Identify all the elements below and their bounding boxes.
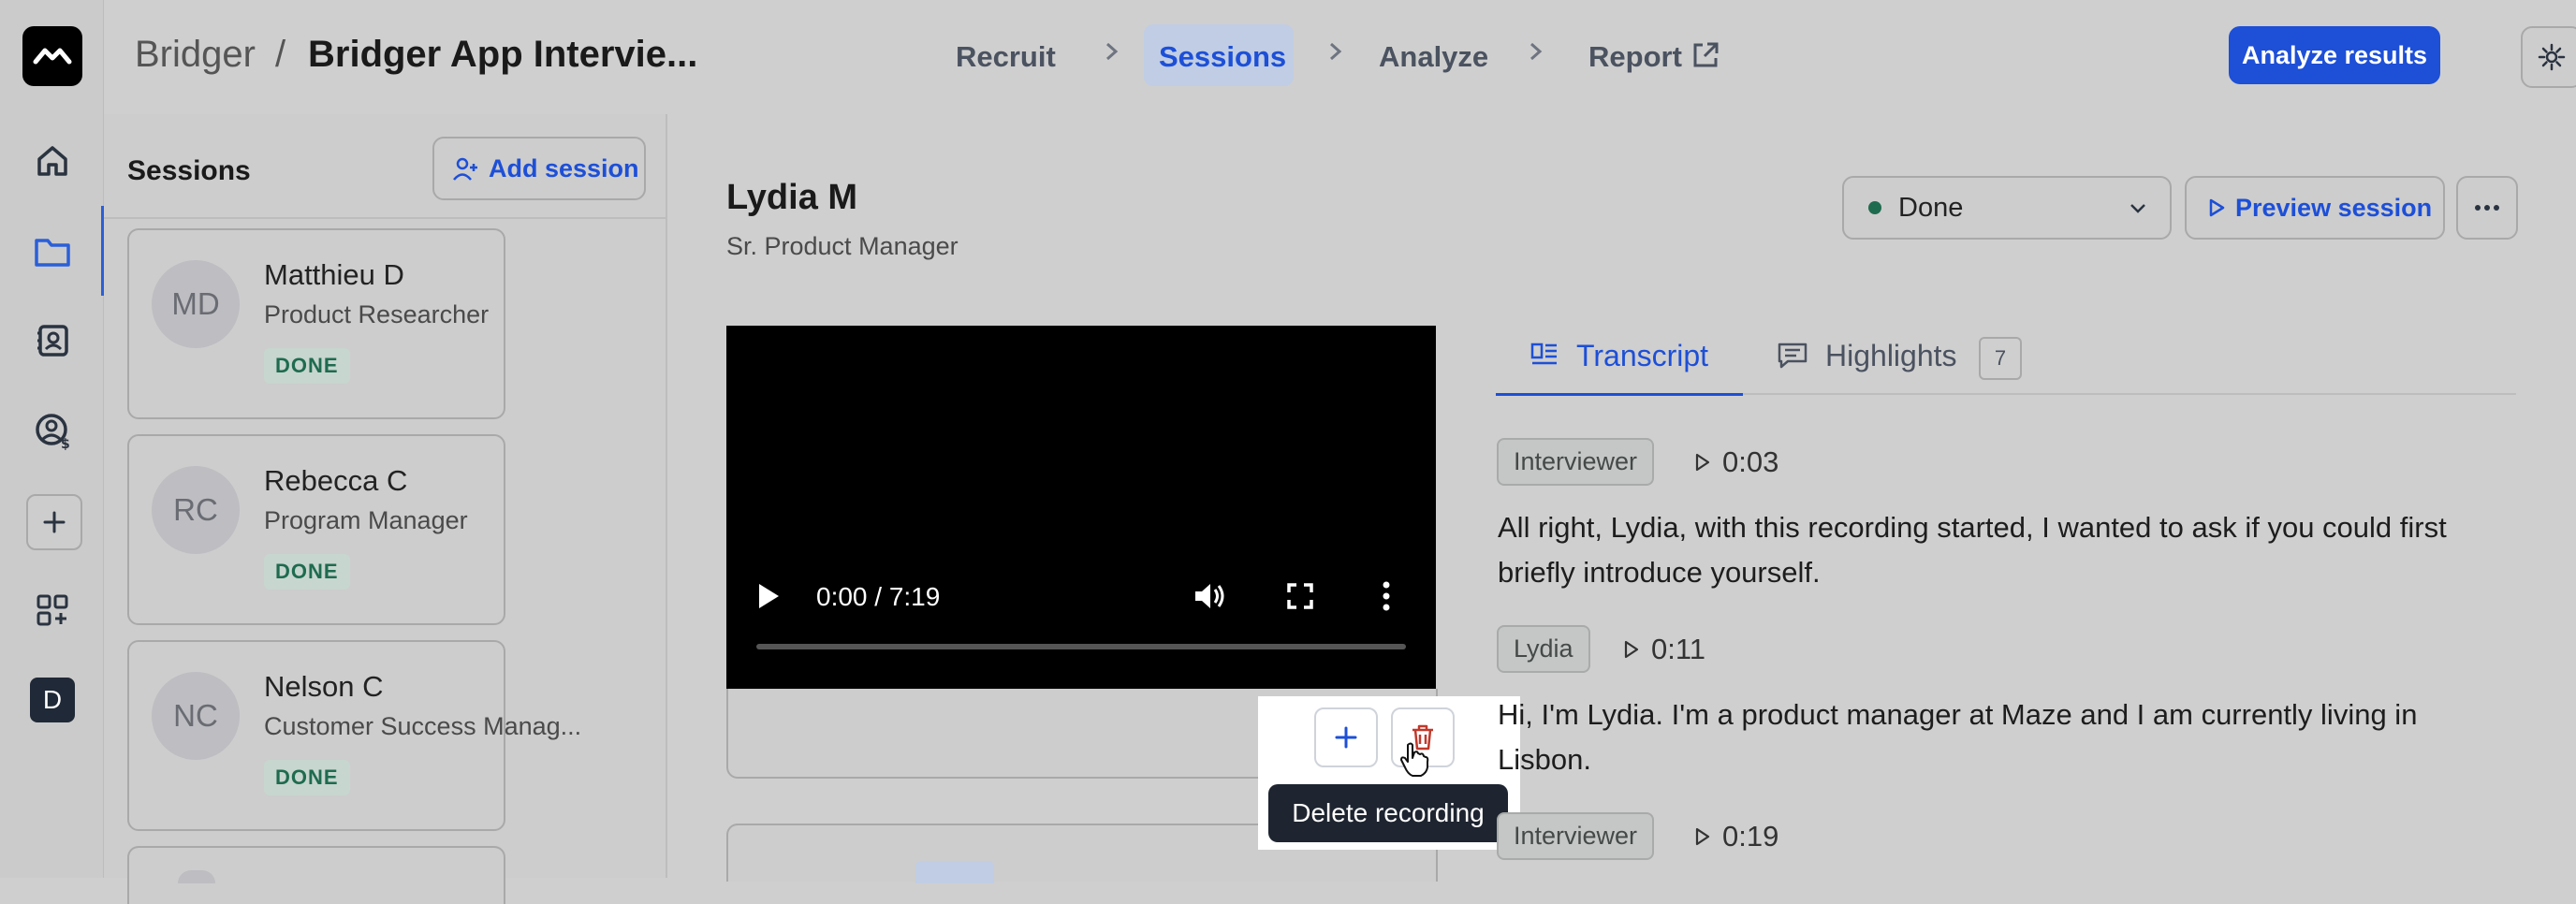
timestamp-button[interactable]: 0:19	[1694, 820, 1778, 853]
svg-text:$: $	[61, 437, 70, 450]
chevron-right-icon	[1325, 37, 1347, 66]
video-player[interactable]: 0:00 / 7:19	[726, 326, 1436, 689]
sessions-title: Sessions	[127, 155, 251, 186]
more-vertical-icon[interactable]	[1382, 580, 1391, 612]
chevron-right-icon	[1525, 37, 1547, 66]
tab-transcript-label: Transcript	[1576, 339, 1709, 372]
add-session-label: Add session	[489, 153, 639, 182]
plus-icon[interactable]	[26, 494, 82, 550]
status-badge: DONE	[264, 348, 350, 384]
settings-button[interactable]	[2521, 26, 2576, 88]
contacts-icon[interactable]	[26, 314, 79, 367]
play-icon	[1694, 826, 1711, 847]
breadcrumb-workspace[interactable]: Bridger	[135, 34, 256, 76]
transcript-icon	[1530, 341, 1559, 369]
timestamp-button[interactable]: 0:03	[1694, 445, 1778, 479]
session-card[interactable]: RC Rebecca C Program Manager DONE	[127, 434, 505, 625]
avatar: RC	[152, 466, 240, 554]
tab-highlights[interactable]: Highlights 7	[1777, 318, 2048, 393]
nav-step-recruit[interactable]: Recruit	[956, 40, 1056, 74]
comment-icon	[1777, 341, 1808, 371]
top-header: Bridger / Bridger App Intervie... Recrui…	[104, 0, 2576, 116]
speaker-badge: Interviewer	[1497, 812, 1655, 860]
session-subtitle: Sr. Product Manager	[726, 232, 959, 260]
session-card[interactable]: NC Nelson C Customer Success Manag... DO…	[127, 640, 581, 831]
breadcrumb-separator: /	[275, 34, 286, 75]
video-progress-track[interactable]	[756, 644, 1406, 649]
more-options-button[interactable]	[2456, 176, 2518, 240]
tab-transcript[interactable]: Transcript	[1496, 318, 1743, 396]
session-role: Program Manager	[264, 506, 468, 534]
analyze-results-button[interactable]: Analyze results	[2229, 26, 2440, 84]
apps-icon[interactable]	[26, 584, 79, 636]
preview-session-label: Preview session	[2235, 193, 2433, 222]
timestamp-button[interactable]: 0:11	[1623, 633, 1705, 666]
avatar	[178, 870, 215, 883]
avatar: MD	[152, 260, 240, 348]
plus-icon	[1334, 725, 1358, 750]
play-icon	[2207, 197, 2226, 218]
play-icon	[1694, 452, 1711, 473]
nav-step-sessions-active[interactable]: Sessions	[1144, 24, 1294, 86]
transcript-text: All right, Lydia, with this recording st…	[1498, 511, 2447, 589]
user-dollar-icon[interactable]: $	[26, 404, 79, 457]
avatar: NC	[152, 672, 240, 760]
volume-icon[interactable]	[1193, 580, 1226, 612]
logo-icon[interactable]	[22, 26, 82, 86]
external-link-icon[interactable]	[1690, 39, 1721, 71]
new-badge	[915, 861, 994, 883]
tooltip: Delete recording	[1268, 784, 1508, 842]
highlights-count-badge: 7	[1979, 337, 2022, 380]
status-dropdown[interactable]: Done	[1842, 176, 2172, 240]
user-avatar[interactable]: D	[30, 678, 75, 722]
chevron-right-icon	[1101, 37, 1123, 66]
session-role: Product Researcher	[264, 300, 490, 328]
fullscreen-icon[interactable]	[1286, 582, 1314, 610]
session-card[interactable]	[127, 846, 505, 904]
timestamp-label: 0:03	[1722, 445, 1779, 478]
timestamp-label: 0:11	[1651, 633, 1706, 665]
add-user-icon	[451, 154, 479, 182]
play-icon	[1623, 639, 1640, 660]
chevron-down-icon	[2127, 197, 2149, 219]
status-badge: DONE	[264, 554, 350, 590]
play-icon[interactable]	[756, 582, 781, 610]
session-name: Nelson C	[264, 670, 384, 703]
video-time: 0:00 / 7:19	[816, 582, 941, 611]
breadcrumb-project[interactable]: Bridger App Intervie...	[308, 34, 697, 76]
hand-cursor-icon	[1398, 741, 1430, 779]
session-name-title: Lydia M	[726, 178, 858, 217]
status-value: Done	[1898, 192, 1964, 223]
transcript-text: Hi, I'm Lydia. I'm a product manager at …	[1498, 698, 2418, 776]
session-name: Rebecca C	[264, 464, 408, 497]
tab-bar: Transcript Highlights 7	[1496, 318, 2516, 396]
divider	[104, 217, 666, 219]
tab-highlights-label: Highlights	[1825, 339, 1957, 372]
preview-session-button[interactable]: Preview session	[2185, 176, 2445, 240]
gear-icon	[2537, 42, 2567, 72]
add-recording-button[interactable]	[1314, 707, 1378, 767]
left-rail: $ D	[0, 0, 105, 878]
add-session-button[interactable]: Add session	[432, 137, 646, 200]
nav-step-analyze[interactable]: Analyze	[1379, 40, 1488, 74]
speaker-badge: Lydia	[1497, 625, 1590, 673]
session-name: Matthieu D	[264, 258, 404, 291]
timestamp-label: 0:19	[1722, 820, 1779, 853]
folder-icon[interactable]	[26, 225, 79, 277]
nav-step-report[interactable]: Report	[1588, 40, 1682, 74]
session-role: Customer Success Manag...	[264, 712, 582, 740]
session-card[interactable]: MD Matthieu D Product Researcher DONE	[127, 228, 505, 419]
nav-step-sessions[interactable]: Sessions	[1159, 40, 1286, 74]
home-icon[interactable]	[26, 135, 79, 187]
speaker-badge: Interviewer	[1497, 438, 1655, 486]
sessions-panel: Sessions Add session MD Matthieu D Produ…	[104, 114, 667, 904]
status-dot	[1868, 201, 1881, 214]
status-badge: DONE	[264, 760, 350, 795]
more-horizontal-icon	[2473, 203, 2501, 212]
